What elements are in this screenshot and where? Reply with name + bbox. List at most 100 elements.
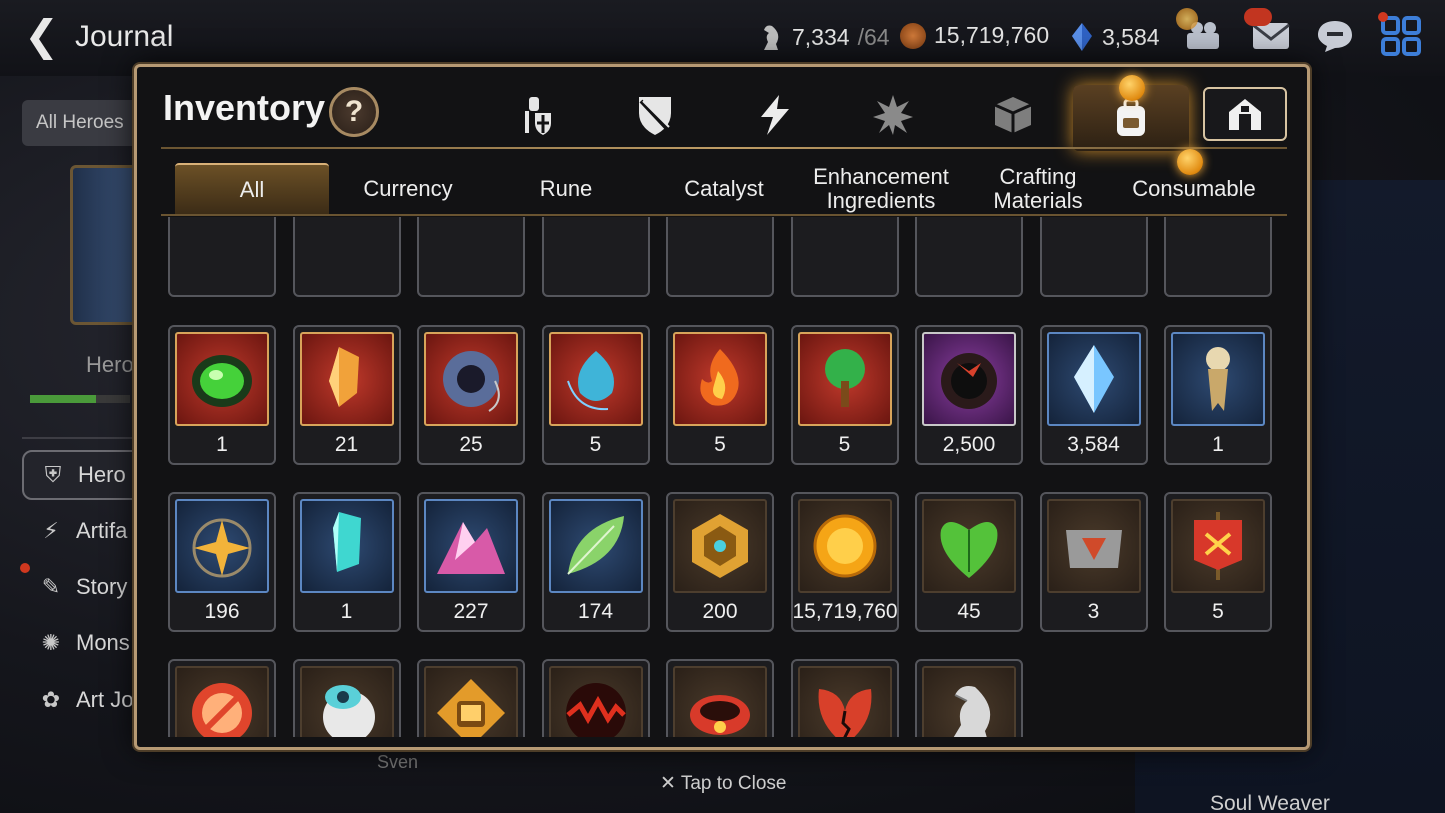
inventory-slot[interactable]: 3: [168, 659, 276, 737]
item-quantity: 5: [838, 433, 851, 456]
sidebar-item-label: Mons: [76, 630, 130, 655]
chat-icon[interactable]: [1314, 16, 1356, 56]
inventory-slot[interactable]: 174: [541, 492, 650, 632]
item-quantity: 1: [340, 600, 353, 623]
inventory-slot[interactable]: 21: [292, 325, 401, 465]
inventory-slot[interactable]: 5: [1164, 492, 1272, 632]
red-banner-icon: [1171, 499, 1265, 593]
sidebar-item-monster[interactable]: ✺ Mons: [22, 618, 142, 668]
lava-orb-icon: [548, 666, 643, 737]
cube-icon: [994, 97, 1032, 133]
inventory-slot[interactable]: 1: [292, 492, 401, 632]
subtab-crafting-materials[interactable]: Crafting Materials: [963, 163, 1113, 215]
inventory-slot[interactable]: 5: [541, 325, 650, 465]
inventory-slot[interactable]: 45: [915, 492, 1023, 632]
inventory-slot[interactable]: 5: [790, 325, 899, 465]
green-heart-icon: [922, 499, 1016, 593]
tab-material[interactable]: [843, 85, 943, 145]
skystone-icon: [764, 25, 779, 50]
item-quantity: 5: [589, 433, 602, 456]
party-badge: [1176, 8, 1198, 30]
star-pendant-icon: [175, 499, 269, 593]
helmet-icon: ⛨: [44, 462, 62, 487]
inventory-slot[interactable]: 100: [666, 659, 774, 737]
backpack-icon: [1117, 98, 1145, 136]
inventory-title: Inventory: [163, 87, 326, 128]
inventory-slot[interactable]: 25: [417, 325, 525, 465]
items-notification-coin-icon: [1119, 75, 1145, 101]
inventory-slot[interactable]: 227: [417, 492, 525, 632]
tab-sanctuary[interactable]: [1203, 87, 1287, 141]
tab-hero-gear[interactable]: [487, 85, 587, 145]
tap-to-close-label: Tap to Close: [680, 773, 787, 794]
tab-equipment[interactable]: [605, 85, 705, 145]
inventory-slot[interactable]: 13: [790, 659, 899, 737]
sidebar-item-hero[interactable]: ⛨ Hero: [22, 450, 142, 500]
inventory-slot[interactable]: 7,334: [915, 659, 1023, 737]
inventory-slot[interactable]: 200: [666, 492, 774, 632]
inventory-slot[interactable]: 2,500: [915, 325, 1023, 465]
green-gem-icon: [175, 332, 269, 426]
red-ring-icon: [922, 332, 1016, 426]
robot-icon: [299, 666, 394, 737]
inventory-slot[interactable]: 1: [168, 325, 276, 465]
inventory-slot-partial[interactable]: [541, 217, 650, 297]
item-quantity: 25: [459, 433, 483, 456]
inventory-slot[interactable]: 3: [292, 659, 401, 737]
knight-icon: [525, 97, 551, 135]
inventory-slot-partial[interactable]: [915, 217, 1023, 297]
subtab-all[interactable]: All: [175, 163, 329, 215]
mail-badge: [1244, 8, 1272, 26]
inventory-slot-partial[interactable]: [666, 217, 774, 297]
inventory-slot[interactable]: 5: [666, 325, 774, 465]
item-quantity: 196: [204, 600, 240, 623]
subtab-divider: [161, 214, 1287, 216]
frame-corner: [1292, 732, 1307, 747]
item-quantity: 174: [577, 600, 614, 623]
inventory-slot-partial[interactable]: [1164, 217, 1272, 297]
help-button[interactable]: ?: [329, 87, 379, 137]
tab-box[interactable]: [963, 85, 1063, 145]
tab-artifact[interactable]: [725, 85, 825, 145]
back-arrow-icon[interactable]: ❮: [24, 14, 59, 58]
subtab-rune[interactable]: Rune: [491, 163, 641, 215]
gold-resource[interactable]: 15,719,760: [900, 22, 1049, 49]
inventory-slot-partial[interactable]: [1039, 217, 1148, 297]
item-quantity: 1: [216, 433, 228, 456]
frame-corner: [137, 732, 152, 747]
subtab-catalyst[interactable]: Catalyst: [649, 163, 799, 215]
sidebar-item-art-journal[interactable]: ✿ Art Jo: [22, 675, 142, 725]
subtab-currency[interactable]: Currency: [333, 163, 483, 215]
skystone-resource[interactable]: 7,334/64: [758, 22, 890, 52]
inventory-slot[interactable]: 1: [1164, 325, 1272, 465]
inventory-grid: 1 21 25 5 5 5 2,500 3,584 1 196 1 227 174 200 15,719,7…: [161, 217, 1291, 737]
sidebar-item-artifact[interactable]: ⚡ Artifa: [22, 506, 142, 556]
inventory-slot[interactable]: 6: [541, 659, 650, 737]
inventory-slot-partial[interactable]: [292, 217, 401, 297]
blue-drop-icon: [548, 332, 643, 426]
inventory-slot[interactable]: 1,050: [417, 659, 525, 737]
tab-divider: [161, 147, 1287, 149]
tree-icon: [797, 332, 892, 426]
crystal-resource[interactable]: 3,584: [1070, 22, 1160, 52]
tap-to-close[interactable]: ✕ Tap to Close: [660, 772, 786, 795]
all-heroes-filter[interactable]: All Heroes: [22, 100, 142, 146]
blue-crystal-icon: [1046, 332, 1141, 426]
inventory-slot-partial[interactable]: [417, 217, 525, 297]
palette-icon: ✿: [41, 687, 61, 712]
sidebar-item-label: Story: [76, 574, 128, 599]
subtab-enhancement-ingredients[interactable]: Enhancement Ingredients: [805, 163, 957, 215]
inventory-slot[interactable]: 3: [1039, 492, 1148, 632]
gold-hexagon-icon: [673, 499, 767, 593]
item-quantity: 3,584: [1067, 433, 1120, 456]
inventory-slot-partial[interactable]: [790, 217, 899, 297]
menu-grid-icon[interactable]: [1380, 16, 1422, 56]
inventory-slot[interactable]: 196: [168, 492, 276, 632]
item-quantity: 15,719,760: [792, 600, 898, 623]
crystal-icon: [1072, 23, 1092, 51]
inventory-slot[interactable]: 15,719,760: [790, 492, 899, 632]
inventory-modal: Inventory ? All Currency Rune Catalyst E…: [134, 64, 1310, 750]
sidebar-item-story[interactable]: ✎ Story: [22, 562, 142, 612]
inventory-slot[interactable]: 3,584: [1039, 325, 1148, 465]
inventory-slot-partial[interactable]: [168, 217, 276, 297]
